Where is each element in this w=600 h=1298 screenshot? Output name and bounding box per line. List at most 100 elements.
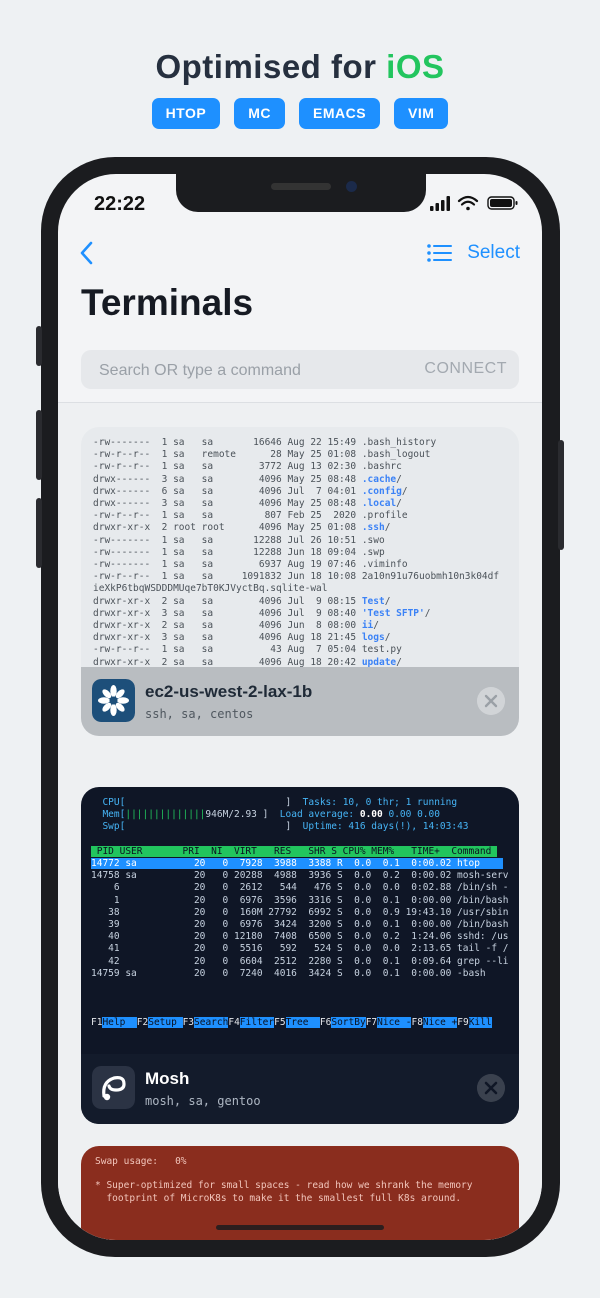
process-row: 41 20 0 5516 592 524 S 0.0 0.0 2:13.65 t… [91,943,509,955]
process-row: 14759 sa 20 0 7240 4016 3424 S 0.0 0.1 0… [91,967,509,979]
connect-button[interactable]: CONNECT [424,360,507,378]
fkey-label: SortBy [331,1016,366,1028]
ls-name: ieXkP6tbqWSDDDMUqe7bT0KJVyctBq.sqlite-wa… [93,583,328,595]
ls-name: .bashrc [361,461,402,473]
motd-preview: Swap usage: 0% * Super-optimized for sma… [95,1156,473,1205]
cpu-label: CPU[ [102,797,126,808]
status-time: 22:22 [94,193,146,215]
fkey-number: F8 [411,1016,423,1028]
fkey-label: Nice - [377,1016,412,1028]
search-input[interactable] [97,350,401,391]
terminal-text: ] [125,821,303,833]
process-row: 40 20 0 12180 7408 6500 S 0.0 0.2 1:24.0… [91,931,509,943]
ls-slash: / [384,522,391,534]
ls-slash: / [396,498,402,510]
ls-meta: -rw-r--r-- 1 sa sa 3772 Aug 13 02:30 [93,461,362,473]
ls-name: Test [361,595,385,607]
fkey-number: F3 [182,1016,195,1028]
ls-name: .swp [361,546,385,558]
home-indicator [216,1225,384,1230]
card-title: Mosh [145,1069,190,1088]
mute-switch [36,326,42,366]
ls-slash: / [396,656,402,668]
list-icon[interactable] [427,243,453,263]
fkey-number: F6 [319,1016,332,1028]
ls-meta: -rw-r--r-- 1 sa remote 28 May 25 01:08 [93,449,362,461]
fkey-label: Search [194,1016,229,1028]
motd-line: * Super-optimized for small spaces - rea… [95,1180,473,1192]
ls-meta: -rw------- 1 sa sa 12288 Jul 26 10:51 [93,534,362,546]
notch [176,174,426,212]
ls-name: .local [361,498,397,510]
volume-down-button [36,498,42,568]
ls-name: update [361,656,397,668]
load-label: Load average: [279,809,360,821]
card-footer: Mosh mosh, sa, gentoo [81,1054,519,1124]
close-icon[interactable] [477,1074,505,1102]
ls-name: .bash_history [361,437,437,448]
card-footer: ec2-us-west-2-lax-1b ssh, sa, centos [81,667,519,736]
card-title: ec2-us-west-2-lax-1b [145,682,313,701]
tag-htop: HTOP [151,98,221,129]
terminal-text: ] [125,797,303,808]
ls-meta: drwxr-xr-x 3 sa sa 4096 Jul 9 08:40 [93,607,362,619]
ls-meta: drwxr-xr-x 2 sa sa 4096 Aug 18 20:42 [93,656,362,668]
phone-screen: 22:22 Select Terminals CONNECT [58,174,542,1240]
process-row: 1 20 0 6976 3596 3316 S 0.0 0.1 0:00.00 … [91,894,509,906]
terminal-list: -rw------- 1 sa sa 16646 Aug 22 15:49 .b… [58,403,542,1240]
ls-meta: -rw-r--r-- 1 sa sa 43 Aug 7 05:04 [93,644,362,656]
battery-icon [487,196,518,210]
ls-meta: drwxr-xr-x 2 root root 4096 May 25 01:08 [93,522,362,534]
fkey-label: Help [102,1016,137,1028]
process-row: 6 20 0 2612 544 476 S 0.0 0.0 0:02.88 /b… [91,882,509,894]
page-title: Terminals [81,282,254,323]
card-subtitle: ssh, sa, centos [145,707,254,721]
tag-mc: MC [234,98,285,129]
ls-slash: / [424,607,431,619]
fkey-label: Filter [239,1016,275,1028]
ls-meta: -rw-r--r-- 1 sa sa 807 Feb 25 2020 [93,510,362,522]
uptime-label: Uptime: [302,821,349,833]
ls-name: .profile [361,510,408,522]
back-chevron-icon[interactable] [72,238,102,268]
ls-name: .config [361,485,402,497]
terminal-card-mosh[interactable]: CPU[ ] Tasks: 10, 0 thr; 1 running Mem[|… [81,787,519,1124]
headline-accent: iOS [386,48,445,85]
ls-name: 2a10n91u76uobmh10n3k04df [361,571,500,583]
ls-slash: / [396,473,402,485]
close-icon[interactable] [477,687,505,715]
process-row: 42 20 0 6604 2512 2280 S 0.0 0.1 0:09.64… [91,955,509,967]
process-row: 14758 sa 20 0 20288 4988 3936 S 0.0 0.2 … [91,870,509,882]
terminal-card-ec2[interactable]: -rw------- 1 sa sa 16646 Aug 22 15:49 .b… [81,427,519,736]
ls-name: .ssh [361,522,385,534]
uptime-value: 416 days(!), 14:03:43 [348,821,469,833]
load-rest: 0.00 0.00 [382,809,440,821]
ls-name: .swo [361,534,385,546]
load-1: 0.00 [359,809,383,821]
mem-bars: |||||||||||||| [125,809,206,821]
status-icons [430,195,518,211]
process-row: 39 20 0 6976 3424 3200 S 0.0 0.1 0:00.00… [91,919,509,931]
process-row: 14772 sa 20 0 7928 3988 3388 R 0.0 0.1 0… [91,858,503,870]
htop-header: PID USER PRI NI VIRT RES SHR S CPU% MEM%… [91,845,498,857]
ls-slash: / [401,485,408,497]
fkey-label: Setup [148,1016,183,1028]
fkey-number: F7 [365,1016,378,1028]
ls-meta: -rw-r--r-- 1 sa sa 1091832 Jun 18 10:08 [93,571,362,583]
promo-headline: Optimised for iOS [0,48,600,86]
fkey-label: Nice + [422,1016,458,1028]
ls-meta: drwx------ 3 sa sa 4096 May 25 08:48 [93,473,362,485]
htop-preview: CPU[ ] Tasks: 10, 0 thr; 1 running Mem[|… [91,797,509,1029]
ls-name: .bash_logout [361,449,431,461]
mem-label: Mem[ [102,809,126,821]
select-button[interactable]: Select [467,242,520,264]
headline-prefix: Optimised for [155,48,387,85]
terminal-preview: -rw------- 1 sa sa 16646 Aug 22 15:49 .b… [93,437,499,681]
tasks-label: Tasks: [302,797,343,808]
gear-flower-icon [92,679,135,722]
select-control[interactable]: Select [427,240,520,266]
ls-name: logs [361,632,385,644]
